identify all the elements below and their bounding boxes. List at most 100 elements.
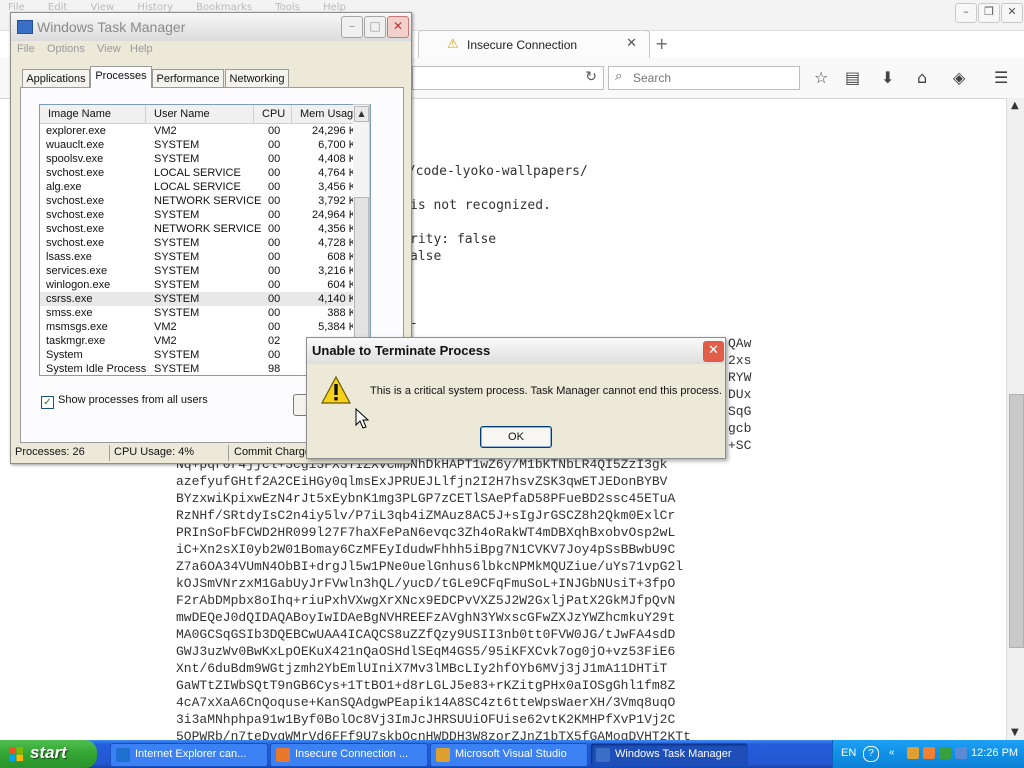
process-row[interactable]: svchost.exe SYSTEM 00 24,964 K [40,208,360,222]
column-header-image-name[interactable]: Image Name [40,105,146,123]
process-row[interactable]: svchost.exe LOCAL SERVICE 00 4,764 K [40,166,360,180]
process-row[interactable]: svchost.exe NETWORK SERVICE 00 3,792 K [40,194,360,208]
ff-close-button[interactable]: ✕ [1001,3,1023,23]
process-image-name: lsass.exe [46,251,92,263]
reading-list-icon[interactable]: ▤ [845,68,860,87]
process-row[interactable]: msmsgs.exe VM2 00 5,384 K [40,320,360,334]
warning-icon [321,376,351,404]
taskbar-item-firefox[interactable]: Insecure Connection ... [270,743,428,767]
start-button[interactable]: start [0,740,97,768]
taskbar-item-visual-studio[interactable]: Microsoft Visual Studio [430,743,588,767]
ok-button[interactable]: OK [480,426,552,448]
search-input[interactable]: ⌕ Search [608,66,800,90]
url-bar[interactable]: ↻ [412,66,604,90]
minimize-button[interactable]: – [341,16,363,38]
ff-maximize-button[interactable]: ❐ [978,3,1000,23]
process-mem-usage: 5,384 K [318,321,356,333]
base64-line: Z7a6OA34VUmN4ObBI+drgJl5w1PNe0uelGnhus6l… [176,559,684,574]
process-user-name: SYSTEM [154,153,200,165]
base64-line: MA0GCSqGSIb3DQEBCwUAA4ICAQCS8uZZfQzy9USI… [176,627,676,642]
process-cpu: 00 [268,195,281,207]
process-list[interactable]: Image Name User Name CPU Mem Usage explo… [39,104,371,376]
page-scrollbar[interactable]: ▲ ▼ [1006,98,1024,740]
scroll-up-icon[interactable]: ▲ [1011,100,1019,111]
process-mem-usage: 3,216 K [318,265,356,277]
taskbar-item-task-manager[interactable]: Windows Task Manager [590,743,748,767]
process-row[interactable]: winlogon.exe SYSTEM 00 604 K [40,278,360,292]
column-header-user-name[interactable]: User Name [146,105,254,123]
tab-networking[interactable]: Networking [225,69,289,88]
internet-explorer-icon [116,748,130,762]
process-row[interactable]: services.exe SYSTEM 00 3,216 K [40,264,360,278]
process-cpu: 00 [268,265,281,277]
collapse-tray-icon[interactable]: « [889,747,895,758]
process-list-scrollbar[interactable]: ▲ [353,104,370,376]
scrollbar-thumb[interactable] [1009,394,1024,648]
clock[interactable]: 12:26 PM [971,747,1018,759]
menu-options[interactable]: Options [47,43,85,55]
tab-close-icon[interactable]: ✕ [626,36,637,51]
process-row[interactable]: wuauclt.exe SYSTEM 00 6,700 K [40,138,360,152]
process-cpu: 00 [268,139,281,151]
process-mem-usage: 4,728 K [318,237,356,249]
cert-false-line: alse [410,249,442,264]
tab-processes[interactable]: Processes [90,66,152,88]
ff-minimize-button[interactable]: – [955,3,977,23]
process-cpu: 00 [268,223,281,235]
menu-help[interactable]: Help [130,43,153,55]
dialog-close-button[interactable]: ✕ [703,341,724,362]
process-row[interactable]: explorer.exe VM2 00 24,296 K [40,124,360,138]
tab-performance[interactable]: Performance [152,69,224,88]
tab-insecure-connection[interactable]: ⚠ Insecure Connection ✕ [418,30,650,59]
process-user-name: SYSTEM [154,363,200,375]
hamburger-menu-icon[interactable]: ☰ [994,68,1008,87]
process-row[interactable]: smss.exe SYSTEM 00 388 K [40,306,360,320]
scroll-down-icon[interactable]: ▼ [1011,727,1019,738]
process-row[interactable]: svchost.exe NETWORK SERVICE 00 4,356 K [40,222,360,236]
reload-icon[interactable]: ↻ [585,69,597,85]
language-indicator[interactable]: EN [841,747,856,759]
task-manager-titlebar[interactable]: Windows Task Manager – □ ✕ [11,13,411,41]
new-tab-icon[interactable]: + [655,34,668,53]
tab-applications[interactable]: Applications [22,69,90,88]
process-image-name: svchost.exe [46,223,105,235]
tray-app-icon[interactable] [907,747,919,759]
column-header-cpu[interactable]: CPU [254,105,292,123]
process-image-name: taskmgr.exe [46,335,106,347]
base64-line: GaWTtZIWbSQtT9nGB6Cys+1TtBO1+d8rLGLJ5e83… [176,678,676,693]
process-mem-usage: 4,140 K [318,293,356,305]
dialog-titlebar[interactable]: Unable to Terminate Process ✕ [307,338,725,364]
process-mem-usage: 6,700 K [318,139,356,151]
process-row[interactable]: lsass.exe SYSTEM 00 608 K [40,250,360,264]
tray-app-icon[interactable] [923,747,935,759]
close-button[interactable]: ✕ [387,16,409,38]
help-icon[interactable]: ? [863,746,879,762]
downloads-icon[interactable]: ⬇ [881,68,894,87]
process-image-name: csrss.exe [46,293,93,305]
window-title: Windows Task Manager [37,19,186,35]
start-label: start [30,743,67,762]
taskbar-item-internet-explorer[interactable]: Internet Explorer can... [110,743,268,767]
process-row[interactable]: csrss.exe SYSTEM 00 4,140 K [40,292,360,306]
process-cpu: 98 [268,363,281,375]
process-row[interactable]: alg.exe LOCAL SERVICE 00 3,456 K [40,180,360,194]
menu-view[interactable]: View [97,43,121,55]
process-user-name: SYSTEM [154,265,200,277]
menu-file[interactable]: File [17,43,35,55]
show-all-processes-checkbox[interactable]: ✓ Show processes from all users [41,394,208,409]
tab-title: Insecure Connection [467,38,578,52]
process-mem-usage: 4,356 K [318,223,356,235]
network-icon[interactable] [955,747,967,759]
scroll-up-icon[interactable]: ▲ [354,106,369,122]
bookmark-star-icon[interactable]: ☆ [814,68,828,87]
process-mem-usage: 604 K [327,279,356,291]
home-icon[interactable]: ⌂ [917,68,927,87]
maximize-button[interactable]: □ [364,16,386,38]
checkbox-check-icon[interactable]: ✓ [41,396,54,409]
show-all-processes-label: Show processes from all users [58,394,208,406]
process-row[interactable]: svchost.exe SYSTEM 00 4,728 K [40,236,360,250]
process-row[interactable]: spoolsv.exe SYSTEM 00 4,408 K [40,152,360,166]
pocket-icon[interactable]: ◈ [953,68,965,87]
process-image-name: services.exe [46,265,108,277]
tray-app-icon[interactable] [939,747,951,759]
